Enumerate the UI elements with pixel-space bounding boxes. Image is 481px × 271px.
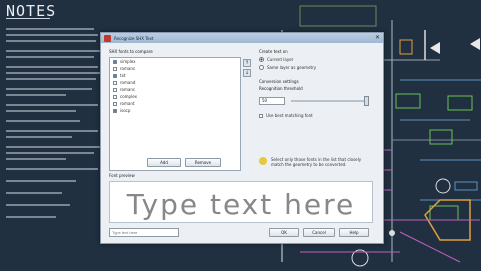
- font-name: romant: [120, 101, 135, 106]
- best-match-label: Use best matching font: [266, 113, 313, 118]
- font-checkbox[interactable]: [113, 94, 117, 99]
- recognize-shx-text-dialog: Recognize SHX Text ✕ SHX fonts to compar…: [100, 32, 384, 244]
- shx-font-list[interactable]: simplex romans txt romand romanc complex…: [109, 57, 241, 171]
- font-name: romanc: [120, 87, 136, 92]
- font-checkbox[interactable]: [113, 101, 117, 106]
- best-match-checkbox[interactable]: [259, 113, 263, 118]
- radio-button[interactable]: [259, 57, 264, 62]
- fonts-section-label: SHX fonts to compare: [109, 49, 153, 54]
- preview-text: Type text here: [126, 188, 356, 221]
- hint-text: Select only those fonts in the list that…: [271, 157, 362, 167]
- preview-text-input[interactable]: [109, 228, 179, 237]
- threshold-slider-track[interactable]: [291, 100, 369, 102]
- help-button[interactable]: Help: [339, 228, 369, 237]
- font-list-item[interactable]: isocp: [110, 107, 240, 114]
- font-name: simplex: [120, 59, 136, 64]
- threshold-label: Recognition threshold: [259, 86, 303, 91]
- radio-button[interactable]: [259, 65, 264, 70]
- font-checkbox[interactable]: [113, 59, 117, 64]
- font-checkbox[interactable]: [113, 87, 117, 92]
- font-list-item[interactable]: txt: [110, 72, 240, 79]
- font-list-item[interactable]: romant: [110, 100, 240, 107]
- dialog-title: Recognize SHX Text: [114, 35, 154, 41]
- font-name: romand: [120, 80, 136, 85]
- radio-label: Same layer as geometry: [267, 65, 317, 70]
- add-button[interactable]: Add: [147, 158, 181, 167]
- font-preview-label: Font preview: [109, 173, 135, 178]
- font-checkbox[interactable]: [113, 80, 117, 85]
- best-match-option[interactable]: Use best matching font: [259, 113, 313, 118]
- ok-button[interactable]: OK: [269, 228, 299, 237]
- font-list-item[interactable]: romans: [110, 65, 240, 72]
- radio-current-layer[interactable]: Current layer: [259, 57, 293, 62]
- dialog-titlebar[interactable]: Recognize SHX Text ✕: [101, 33, 383, 43]
- create-text-label: Create text on: [259, 49, 288, 54]
- remove-button[interactable]: Remove: [185, 158, 221, 167]
- font-list-item[interactable]: simplex: [110, 58, 240, 65]
- autocad-app-icon: [104, 34, 111, 42]
- font-list-item[interactable]: romand: [110, 79, 240, 86]
- font-preview-box: Type text here: [109, 181, 373, 223]
- move-down-button[interactable]: ↓: [243, 69, 251, 77]
- font-list-item[interactable]: complex: [110, 93, 240, 100]
- move-up-button[interactable]: ↑: [243, 59, 251, 67]
- font-name: txt: [120, 73, 126, 78]
- font-checkbox[interactable]: [113, 108, 117, 113]
- close-icon[interactable]: ✕: [375, 35, 380, 41]
- cancel-button[interactable]: Cancel: [303, 228, 335, 237]
- threshold-slider-thumb[interactable]: [364, 96, 369, 106]
- radio-same-layer[interactable]: Same layer as geometry: [259, 65, 316, 70]
- threshold-spinner[interactable]: 50: [259, 97, 285, 105]
- font-checkbox[interactable]: [113, 66, 117, 71]
- radio-label: Current layer: [267, 57, 294, 62]
- conversion-settings-label: Conversion settings: [259, 79, 299, 84]
- font-list-item[interactable]: romanc: [110, 86, 240, 93]
- lightbulb-icon: [259, 157, 267, 165]
- font-checkbox[interactable]: [113, 73, 117, 78]
- font-name: isocp: [120, 108, 131, 113]
- font-name: romans: [120, 66, 135, 71]
- font-name: complex: [120, 94, 137, 99]
